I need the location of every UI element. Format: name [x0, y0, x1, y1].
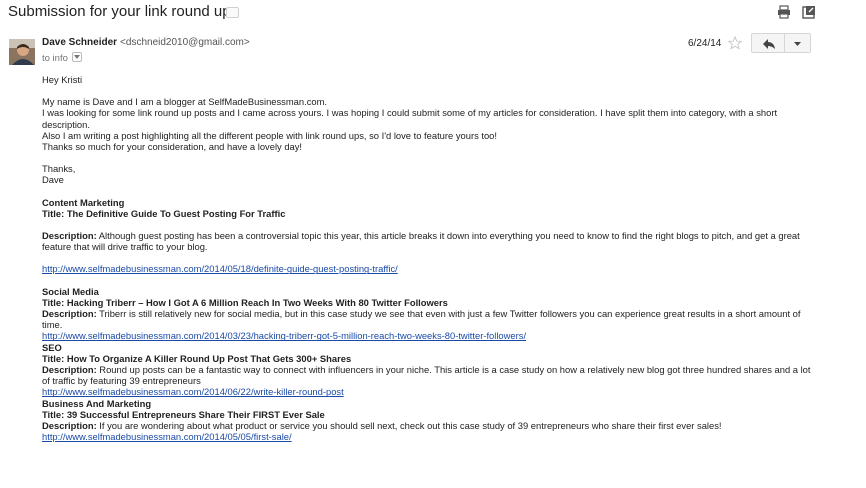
- article-link[interactable]: http://www.selfmadebusinessman.com/2014/…: [42, 263, 398, 274]
- recipient: to info: [42, 52, 82, 64]
- label-icon[interactable]: [226, 7, 239, 18]
- description-text: Triberr is still relatively new for soci…: [42, 308, 801, 331]
- intro-line: I was looking for some link round up pos…: [42, 107, 778, 130]
- sender: Dave Schneider <dschneid2010@gmail.com>: [42, 37, 250, 48]
- description-label: Description:: [42, 230, 97, 242]
- print-icon[interactable]: [777, 5, 791, 19]
- recipient-label: to info: [42, 53, 68, 64]
- description-text: Although guest posting has been a contro…: [42, 230, 800, 253]
- subject-bar: Submission for your link round up: [0, 0, 866, 26]
- chevron-down-icon: [73, 55, 80, 60]
- signature: Dave: [42, 174, 64, 186]
- intro-line: My name is Dave and I am a blogger at Se…: [42, 96, 328, 108]
- description-label: Description:: [42, 420, 97, 432]
- article-link[interactable]: http://www.selfmadebusinessman.com/2014/…: [42, 431, 292, 442]
- article-link[interactable]: http://www.selfmadebusinessman.com/2014/…: [42, 386, 344, 397]
- email-subject: Submission for your link round up: [8, 3, 231, 20]
- greeting: Hey Kristi: [42, 74, 83, 85]
- intro-line: Also I am writing a post highlighting al…: [42, 129, 498, 141]
- article-title: Title: How To Organize A Killer Round Up…: [42, 352, 352, 364]
- sender-email: <dschneid2010@gmail.com>: [120, 37, 250, 48]
- article-title: Title: The Definitive Guide To Guest Pos…: [42, 207, 286, 219]
- reply-icon: [763, 39, 775, 49]
- description-text: Round up posts can be a fantastic way to…: [42, 364, 811, 387]
- reply-button[interactable]: [751, 33, 785, 53]
- chevron-down-icon: [794, 42, 801, 46]
- sender-name: Dave Schneider: [42, 37, 118, 48]
- article-category: Content Marketing: [42, 196, 125, 208]
- recipient-details-dropdown[interactable]: [71, 52, 82, 63]
- intro-line: Thanks so much for your consideration, a…: [42, 141, 303, 153]
- article-category: Business And Marketing: [42, 397, 152, 409]
- article-description: Description: Round up posts can be a fan…: [42, 364, 812, 386]
- article-description: Description: If you are wondering about …: [42, 420, 812, 431]
- star-icon[interactable]: [728, 36, 742, 50]
- article-description: Description: Although guest posting has …: [42, 230, 812, 252]
- description-text: If you are wondering about what product …: [96, 420, 722, 432]
- message-date: 6/24/14: [688, 38, 722, 49]
- signoff: Thanks,: [42, 163, 76, 175]
- article-category: Social Media: [42, 285, 99, 297]
- article-title: Title: Hacking Triberr – How I Got A 6 M…: [42, 296, 448, 308]
- article-description: Description: Triberr is still relatively…: [42, 308, 812, 330]
- description-label: Description:: [42, 364, 97, 376]
- article-title: Title: 39 Successful Entrepreneurs Share…: [42, 408, 325, 420]
- new-window-icon[interactable]: [802, 5, 816, 19]
- article-category: SEO: [42, 341, 62, 353]
- more-options-button[interactable]: [785, 33, 811, 53]
- article-link[interactable]: http://www.selfmadebusinessman.com/2014/…: [42, 330, 526, 341]
- message-body: Hey Kristi My name is Dave and I am a bl…: [42, 74, 812, 442]
- description-label: Description:: [42, 308, 97, 320]
- avatar: [9, 39, 35, 65]
